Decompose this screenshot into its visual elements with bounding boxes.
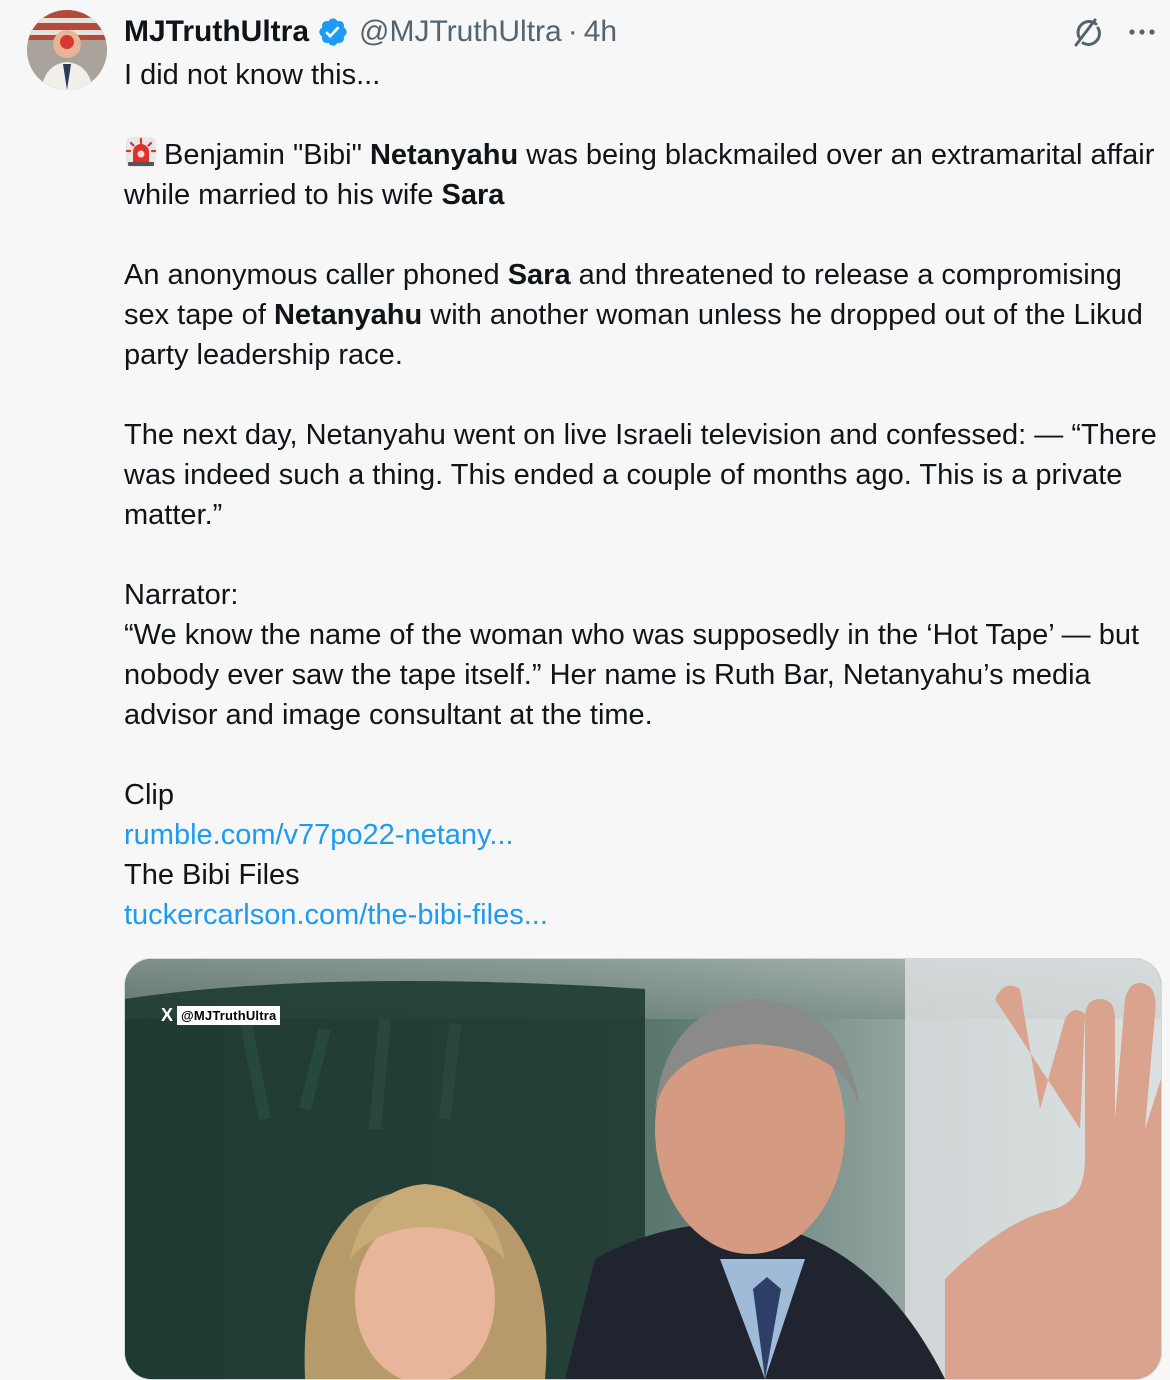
tweet-media-image[interactable]: X @MJTruthUltra (124, 958, 1162, 1380)
tweet[interactable]: MJTruthUltra @MJTruthUltra · 4h I did no… (0, 0, 1170, 1380)
display-name[interactable]: MJTruthUltra (124, 15, 309, 49)
bold-name-sara: Sara (441, 179, 505, 211)
tweet-paragraph-narrator: “We know the name of the woman who was s… (124, 619, 1140, 731)
files-link[interactable]: tuckercarlson.com/the-bibi-files... (124, 899, 548, 931)
grok-icon[interactable] (1067, 12, 1107, 52)
tweet-text: I did not know this... Benjamin "Bibi" N… (124, 55, 1164, 935)
tweet-header: MJTruthUltra @MJTruthUltra · 4h (124, 10, 617, 54)
narrator-label: Narrator: (124, 579, 239, 611)
media-watermark: X @MJTruthUltra (161, 1003, 281, 1027)
tweet-paragraph-blackmail: Benjamin "Bibi" Netanyahu was being blac… (124, 135, 1164, 215)
verified-badge-icon (317, 16, 349, 48)
avatar[interactable] (27, 10, 107, 90)
timestamp[interactable]: 4h (584, 15, 617, 49)
separator-dot: · (567, 15, 578, 48)
more-icon[interactable] (1122, 12, 1162, 52)
tweet-paragraph-confession: The next day, Netanyahu went on live Isr… (124, 419, 1157, 531)
bold-name-netanyahu: Netanyahu (369, 139, 519, 171)
bold-name-netanyahu: Netanyahu (273, 299, 423, 331)
text-segment: An anonymous caller phoned (124, 259, 508, 291)
watermark-handle: @MJTruthUltra (177, 1005, 281, 1025)
text-segment: Benjamin "Bibi" (164, 139, 370, 171)
siren-icon (124, 135, 158, 169)
user-handle[interactable]: @MJTruthUltra (359, 15, 562, 49)
files-label: The Bibi Files (124, 859, 300, 891)
x-logo-icon: X (161, 1004, 174, 1025)
tweet-line-intro: I did not know this... (124, 59, 381, 91)
tweet-paragraph-caller: An anonymous caller phoned Sara and thre… (124, 255, 1164, 375)
clip-link[interactable]: rumble.com/v77po22-netany... (124, 819, 514, 851)
clip-label: Clip (124, 779, 174, 811)
bold-name-sara: Sara (507, 259, 571, 291)
